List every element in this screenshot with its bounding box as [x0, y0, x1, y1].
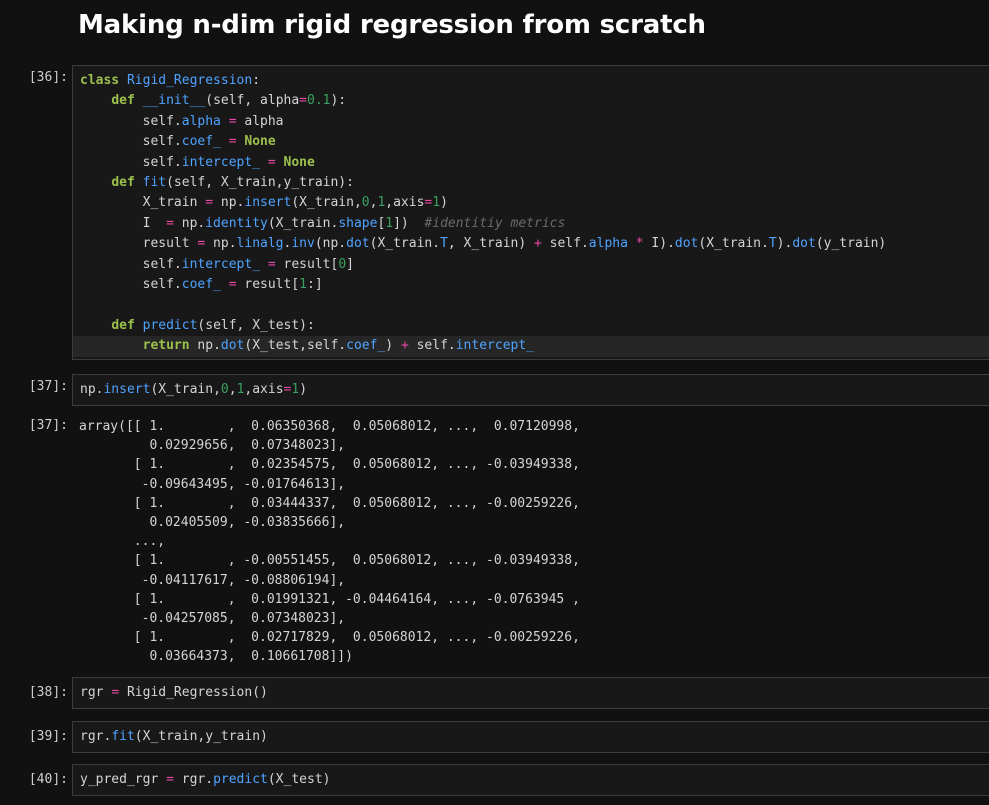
code-editor[interactable]: rgr.fit(X_train,y_train) — [73, 722, 989, 750]
code-editor[interactable]: np.insert(X_train,0,1,axis=1) — [73, 375, 989, 403]
code-editor[interactable]: class Rigid_Regression: def __init__(sel… — [73, 66, 989, 360]
cell-prompt-36: [36]: — [28, 70, 68, 85]
code-editor[interactable]: y_pred_rgr = rgr.predict(X_test) — [73, 765, 989, 793]
cell-prompt-40: [40]: — [28, 772, 68, 787]
cell-prompt-39: [39]: — [28, 729, 68, 744]
cell-prompt-38: [38]: — [28, 685, 68, 700]
markdown-heading: Making n-dim rigid regression from scrat… — [78, 10, 706, 40]
code-cell-np-insert[interactable]: np.insert(X_train,0,1,axis=1) — [72, 374, 989, 406]
code-cell-predict[interactable]: y_pred_rgr = rgr.predict(X_test) — [72, 764, 989, 796]
cell-prompt-37-input: [37]: — [28, 379, 68, 394]
cell-prompt-37-output: [37]: — [28, 418, 68, 433]
notebook: Making n-dim rigid regression from scrat… — [0, 0, 989, 805]
code-cell-class-definition[interactable]: class Rigid_Regression: def __init__(sel… — [72, 65, 989, 360]
cell-output-array: array([[ 1. , 0.06350368, 0.05068012, ..… — [79, 419, 580, 665]
code-editor[interactable]: rgr = Rigid_Regression() — [73, 678, 989, 706]
code-cell-instantiate[interactable]: rgr = Rigid_Regression() — [72, 677, 989, 709]
code-cell-fit[interactable]: rgr.fit(X_train,y_train) — [72, 721, 989, 753]
